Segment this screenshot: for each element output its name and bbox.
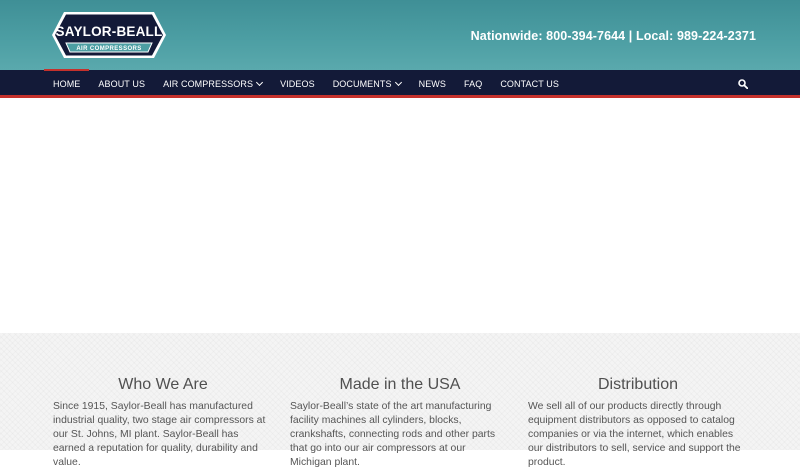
nav-item-videos[interactable]: VIDEOS	[271, 70, 324, 98]
feature-title: Who We Are	[118, 376, 208, 393]
nav-item-label: NEWS	[418, 79, 446, 89]
features-section: Who We Are Since 1915, Saylor-Beall has …	[0, 333, 800, 468]
feature-title: Made in the USA	[339, 376, 461, 393]
nav-menu: HOME ABOUT US AIR COMPRESSORS VIDEOS DOCUMEN…	[44, 69, 568, 98]
nav-item-label: AIR COMPRESSORS	[163, 79, 254, 89]
feature-text: We sell all of our products directly thr…	[528, 401, 741, 468]
hero-banner-area	[0, 101, 800, 333]
logo-graphic: SAYLOR-BEALL AIR COMPRESSORS	[52, 12, 166, 58]
logo-wordmark: SAYLOR-BEALL	[56, 24, 163, 39]
nav-item-label: DOCUMENTS	[332, 79, 392, 89]
nav-item-faq[interactable]: FAQ	[455, 70, 491, 98]
logo-tagline: AIR COMPRESSORS	[76, 46, 141, 52]
site-header: SAYLOR-BEALL AIR COMPRESSORS Nationwide:…	[0, 0, 800, 70]
nav-item-air-compressors[interactable]: AIR COMPRESSORS	[154, 70, 271, 98]
nav-item-news[interactable]: NEWS	[410, 70, 455, 98]
saylor-beall-logo[interactable]: SAYLOR-BEALL AIR COMPRESSORS	[44, 9, 174, 61]
chevron-down-icon	[394, 78, 402, 87]
feature-distribution: Distribution We sell all of our products…	[528, 376, 748, 470]
main-navigation: HOME ABOUT US AIR COMPRESSORS VIDEOS DOCUMEN…	[0, 69, 800, 98]
nav-item-label: CONTACT US	[500, 79, 559, 89]
feature-text: Saylor-Beall’s state of the art manufact…	[290, 401, 496, 468]
feature-made-in-usa: Made in the USA Saylor-Beall’s state of …	[290, 376, 510, 470]
nav-item-contact-us[interactable]: CONTACT US	[491, 70, 568, 98]
nav-item-label: HOME	[53, 79, 81, 89]
phone-numbers: Nationwide: 800-394-7644 | Local: 989-22…	[470, 29, 756, 43]
feature-text: Since 1915, Saylor-Beall has manufacture…	[53, 401, 266, 468]
feature-title: Distribution	[597, 376, 679, 393]
search-icon[interactable]	[738, 79, 748, 89]
feature-who-we-are: Who We Are Since 1915, Saylor-Beall has …	[53, 376, 273, 470]
nav-item-label: ABOUT US	[98, 79, 146, 89]
nav-item-about-us[interactable]: ABOUT US	[89, 70, 154, 98]
nav-item-label: VIDEOS	[280, 79, 315, 89]
nav-item-documents[interactable]: DOCUMENTS	[324, 70, 410, 98]
chevron-down-icon	[256, 78, 264, 87]
nav-item-home[interactable]: HOME	[44, 69, 90, 98]
nav-item-label: FAQ	[464, 79, 483, 89]
